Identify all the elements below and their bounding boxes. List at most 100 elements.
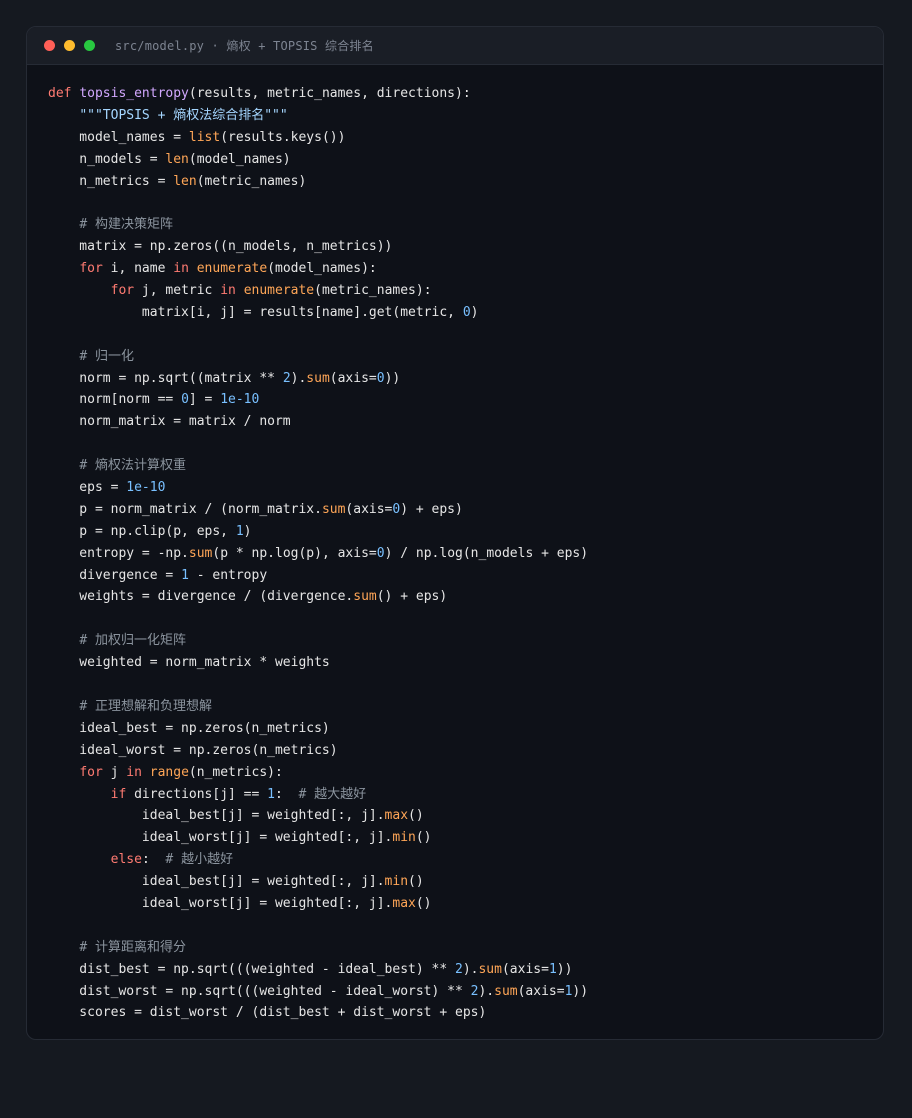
- code-line: else: # 越小越好: [48, 849, 873, 871]
- code-line: ideal_worst = np.zeros(n_metrics): [48, 740, 873, 762]
- code-line: divergence = 1 - entropy: [48, 565, 873, 587]
- code-token-kw: in: [173, 261, 189, 277]
- code-token-plain: ).: [478, 983, 495, 999]
- close-button[interactable]: [44, 40, 55, 51]
- code-token-plain: matrix[i, j] = results[name].get(metric,: [48, 304, 463, 320]
- code-line: # 加权归一化矩阵: [48, 630, 873, 652]
- code-token-plain: (axis=: [329, 370, 377, 386]
- maximize-button[interactable]: [84, 40, 95, 51]
- code-token-plain: (model_names):: [267, 261, 377, 277]
- code-token-plain: entropy = -np.: [48, 545, 189, 561]
- code-token-str: """TOPSIS + 熵权法综合排名""": [79, 107, 288, 123]
- code-line: p = norm_matrix / (norm_matrix.sum(axis=…: [48, 499, 873, 521]
- code-token-com: # 归一化: [79, 348, 134, 364]
- code-token-plain: i, name: [102, 261, 174, 277]
- code-window: src/model.py · 熵权 + TOPSIS 综合排名 def tops…: [26, 26, 884, 1040]
- code-line: dist_worst = np.sqrt(((weighted - ideal_…: [48, 981, 873, 1003]
- code-token-bi: sum: [478, 961, 502, 977]
- code-token-plain: ideal_worst = np.zeros(n_metrics): [48, 742, 338, 758]
- code-token-kw: in: [126, 764, 142, 780]
- code-line: for i, name in enumerate(model_names):: [48, 258, 873, 280]
- code-token-plain: (axis=: [345, 501, 393, 517]
- code-line: def topsis_entropy(results, metric_names…: [48, 83, 873, 105]
- code-token-kw: for: [79, 764, 103, 780]
- code-token-plain: scores = dist_worst / (dist_best + dist_…: [48, 1005, 487, 1021]
- code-token-plain: ): [470, 304, 479, 320]
- code-token-plain: (results, metric_names, directions):: [188, 86, 471, 101]
- code-token-bi: enumerate: [243, 283, 315, 299]
- code-token-com: # 计算距离和得分: [79, 939, 186, 955]
- code-token-num: 1e-10: [220, 392, 260, 408]
- minimize-button[interactable]: [64, 40, 75, 51]
- code-token-plain: ] =: [188, 392, 221, 408]
- code-token-plain: model_names =: [48, 129, 189, 145]
- code-token-bi: range: [149, 764, 189, 780]
- title-bar: src/model.py · 熵权 + TOPSIS 综合排名: [27, 27, 883, 65]
- code-token-plain: eps =: [48, 480, 127, 496]
- code-token-fn: topsis_entropy: [79, 86, 189, 101]
- code-token-plain: () + eps): [376, 589, 448, 605]
- code-token-bi: sum: [321, 501, 346, 517]
- code-token-plain: - entropy: [188, 567, 268, 583]
- code-token-plain: norm[norm ==: [48, 392, 182, 408]
- code-line: matrix[i, j] = results[name].get(metric,…: [48, 302, 873, 324]
- code-token-kw: for: [79, 261, 103, 277]
- code-token-bi: sum: [188, 545, 213, 561]
- code-token-plain: ) / np.log(n_models + eps): [384, 545, 589, 561]
- code-line: model_names = list(results.keys()): [48, 127, 873, 149]
- code-token-kw: else: [110, 852, 142, 868]
- code-line: ideal_best = np.zeros(n_metrics): [48, 718, 873, 740]
- code-token-plain: (): [415, 830, 432, 846]
- code-token-bi: sum: [353, 589, 377, 605]
- code-token-plain: ideal_best = np.zeros(n_metrics): [48, 720, 330, 736]
- code-line: scores = dist_worst / (dist_best + dist_…: [48, 1002, 873, 1024]
- code-token-plain: norm = np.sqrt((matrix **: [48, 370, 283, 386]
- code-line: entropy = -np.sum(p * np.log(p), axis=0)…: [48, 543, 873, 565]
- code-token-plain: ideal_worst[j] = weighted[:, j].: [48, 895, 393, 911]
- code-token-plain: (metric_names):: [314, 283, 432, 299]
- code-token-plain: norm_matrix = matrix / norm: [48, 414, 291, 430]
- code-token-kw: in: [220, 283, 236, 299]
- code-token-plain: weights = divergence / (divergence.: [48, 589, 354, 605]
- code-token-bi: max: [392, 895, 416, 911]
- code-token-num: 2: [282, 370, 291, 386]
- code-token-plain: dist_worst = np.sqrt(((weighted - ideal_…: [48, 983, 471, 999]
- code-token-com: # 正理想解和负理想解: [79, 698, 212, 714]
- code-token-plain: ).: [462, 961, 479, 977]
- code-token-num: 1: [267, 786, 275, 802]
- code-token-com: # 加权归一化矩阵: [79, 633, 186, 649]
- code-line: p = np.clip(p, eps, 1): [48, 521, 873, 543]
- code-token-plain: :: [275, 786, 299, 802]
- code-line: for j in range(n_metrics):: [48, 762, 873, 784]
- code-token-plain: p = norm_matrix / (norm_matrix.: [48, 501, 322, 517]
- code-token-plain: ideal_best[j] = weighted[:, j].: [48, 808, 385, 824]
- code-line: ideal_worst[j] = weighted[:, j].min(): [48, 827, 873, 849]
- code-token-plain: (): [415, 895, 432, 911]
- code-token-plain: ): [243, 523, 252, 539]
- code-token-num: 0: [181, 392, 189, 408]
- code-token-plain: ) + eps): [400, 501, 463, 517]
- code-token-plain: :: [141, 852, 166, 868]
- code-line: eps = 1e-10: [48, 477, 873, 499]
- code-token-kw: if: [110, 786, 127, 802]
- code-line: ideal_worst[j] = weighted[:, j].max(): [48, 893, 873, 915]
- code-token-plain: j, metric: [134, 283, 221, 299]
- code-line: for j, metric in enumerate(metric_names)…: [48, 280, 873, 302]
- code-token-bi: max: [384, 808, 409, 824]
- code-line: # 正理想解和负理想解: [48, 696, 873, 718]
- window-title: src/model.py · 熵权 + TOPSIS 综合排名: [115, 39, 374, 53]
